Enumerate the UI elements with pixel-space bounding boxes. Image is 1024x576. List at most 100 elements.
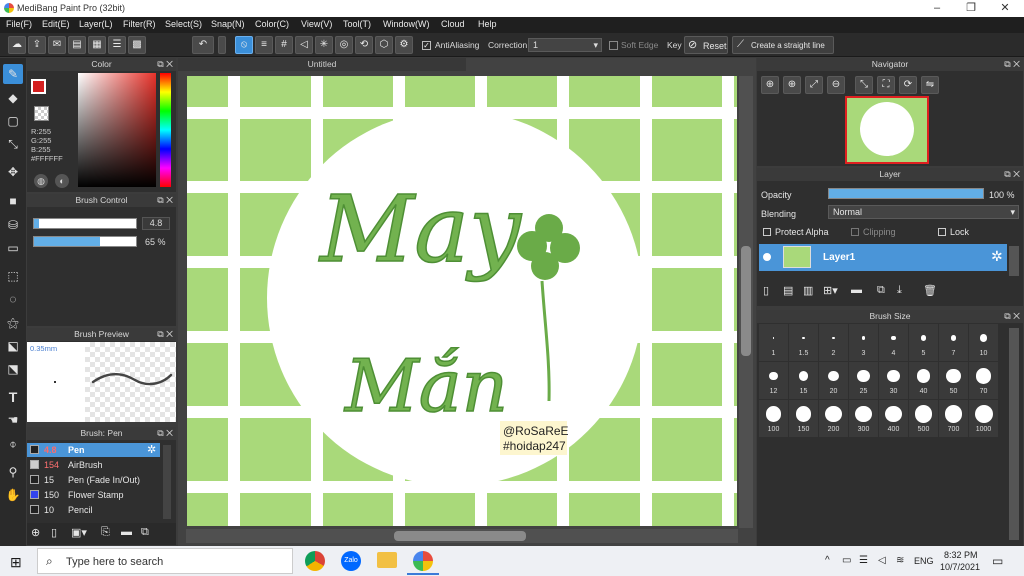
circle-snap-icon[interactable]: ◎ [335,36,353,54]
close-button[interactable]: ✕ [988,0,1022,17]
zoom-out-icon[interactable]: ⊖ [827,76,845,94]
magic-wand-icon[interactable]: ⚝ [3,313,23,333]
gear-icon[interactable]: ✲ [991,248,1003,265]
brush-size-cell[interactable]: 5 [909,324,938,361]
foreground-color-swatch[interactable] [31,79,46,94]
menu-select[interactable]: Select(S) [165,19,202,29]
brush-size-cell[interactable]: 500 [909,400,938,437]
brush-size-cell[interactable]: 150 [789,400,818,437]
panel-controls-icon[interactable]: ⧉ ✕ [1004,310,1020,323]
menu-tool[interactable]: Tool(T) [343,19,371,29]
hue-slider[interactable] [160,73,171,187]
brush-size-cell[interactable]: 70 [969,362,998,399]
artwork-canvas[interactable]: May Mắn @RoSaReE #hoidap247 [187,76,737,526]
panel-controls-icon[interactable]: ⧉ ✕ [157,58,173,71]
panel-controls-icon[interactable]: ⧉ ✕ [1004,58,1020,71]
new-8bit-layer-icon[interactable]: ▥ [803,284,813,297]
fill-rectangle-icon[interactable]: ■ [3,191,23,211]
no-snap-icon[interactable]: ⦸ [235,36,253,54]
add-layer-menu-icon[interactable]: ⊞▾ [823,284,838,297]
trash-icon[interactable]: 🗑 [923,284,937,297]
parallel-snap-icon[interactable]: ≡ [255,36,273,54]
fit-icon[interactable]: ⤢ [805,76,823,94]
lock-checkbox[interactable] [938,228,946,236]
layer-row[interactable]: Layer1 ✲ [759,244,1007,271]
eraser-tool-icon[interactable]: ◆ [3,88,23,108]
menu-color[interactable]: Color(C) [255,19,289,29]
vanishing-snap-icon[interactable]: ◁ [295,36,313,54]
undo-icon[interactable]: ↶ [192,36,214,54]
menu-filter[interactable]: Filter(R) [123,19,156,29]
brush-item-airbrush[interactable]: 154 AirBrush [27,458,160,472]
menu-help[interactable]: Help [478,19,497,29]
wifi-icon[interactable]: ≋ [896,555,904,566]
zoom-in-alt-icon[interactable]: ⊕ [783,76,801,94]
duplicate-brush-icon[interactable]: ⎘ [101,526,110,539]
correction-select[interactable]: 1 ▾ [528,38,602,52]
lasso-tool-icon[interactable]: ◌ [3,289,23,309]
blending-select[interactable]: Normal ▾ [828,205,1019,219]
clipping-checkbox[interactable] [851,228,859,236]
new-brush-icon[interactable]: ▯ [51,526,57,539]
straight-line-button[interactable]: ⟋ Create a straight line [732,36,834,54]
curve-snap-icon[interactable]: ⟲ [355,36,373,54]
brush-item-pencil[interactable]: 10 Pencil [27,503,160,517]
cross-snap-icon[interactable]: # [275,36,293,54]
file-explorer-icon[interactable] [377,552,397,568]
pipette-tool-icon[interactable]: ⚲ [3,462,23,482]
clock-time[interactable]: 8:32 PM [944,550,978,560]
brush-size-cell[interactable]: 25 [849,362,878,399]
brush-size-cell[interactable]: 7 [939,324,968,361]
notification-icon[interactable]: ▭ [992,554,1003,568]
panel-controls-icon[interactable]: ⧉ ✕ [157,194,173,207]
copy-brush-icon[interactable]: ⧉ [141,526,149,539]
color-history-icon[interactable]: ◐ [55,174,69,188]
brush-size-cell[interactable]: 700 [939,400,968,437]
brush-size-value[interactable]: 4.8 [142,217,170,230]
zalo-icon[interactable]: Zalo [341,551,361,571]
zoom-in-icon[interactable]: ⊕ [761,76,779,94]
list-icon[interactable]: ☰ [108,36,126,54]
brush-size-cell[interactable]: 400 [879,400,908,437]
speaker-icon[interactable]: ◁ [878,555,886,566]
brush-size-cell[interactable]: 4 [879,324,908,361]
protect-alpha-checkbox[interactable] [763,228,771,236]
horizontal-scroll-thumb[interactable] [394,531,526,541]
brush-item-pen-fade[interactable]: 15 Pen (Fade In/Out) [27,473,160,487]
network-icon[interactable]: ☰ [859,555,868,566]
brush-size-scrollbar[interactable] [1009,328,1019,540]
select-tool-icon[interactable]: ⬚ [3,266,23,286]
panel-controls-icon[interactable]: ⧉ ✕ [157,328,173,341]
minimize-button[interactable]: – [920,0,954,17]
menu-window[interactable]: Window(W) [383,19,430,29]
transparent-color-swatch[interactable] [34,106,49,121]
radial-snap-icon[interactable]: ✳ [315,36,333,54]
menu-cloud[interactable]: Cloud [441,19,465,29]
brush-size-cell[interactable]: 300 [849,400,878,437]
menu-edit[interactable]: Edit(E) [42,19,70,29]
move-tool-icon[interactable]: ✥ [3,162,23,182]
brush-size-slider[interactable] [33,218,137,229]
palette-icon[interactable]: ◍ [34,174,48,188]
rectangle-select-icon[interactable]: ▢ [3,111,23,131]
brush-size-cell[interactable]: 200 [819,400,848,437]
actual-size-icon[interactable]: ⤡ [855,76,873,94]
polygon-snap-icon[interactable]: ⬡ [375,36,393,54]
vertical-scrollbar[interactable] [739,76,753,528]
brush-size-cell[interactable]: 2 [819,324,848,361]
brush-size-cell[interactable]: 20 [819,362,848,399]
brush-size-cell[interactable]: 3 [849,324,878,361]
new-layer-icon[interactable]: ▯ [763,284,769,297]
fit-window-icon[interactable]: ⛶ [877,76,895,94]
brush-item-pen[interactable]: 4.8 Pen ✲ [27,443,160,457]
brush-item-flower-stamp[interactable]: 150 Flower Stamp [27,488,160,502]
clock-date[interactable]: 10/7/2021 [940,562,980,572]
visibility-icon[interactable] [763,253,771,261]
hand-tool-icon[interactable]: ✋ [3,485,23,505]
reset-button[interactable]: ⊘ Reset [684,36,728,54]
brush-list-scrollbar[interactable] [163,445,171,519]
menu-snap[interactable]: Snap(N) [211,19,245,29]
layer-folder-icon[interactable]: ▬ [851,284,862,296]
menu-file[interactable]: File(F) [6,19,32,29]
add-brush-icon[interactable]: ⊕ [31,526,40,539]
